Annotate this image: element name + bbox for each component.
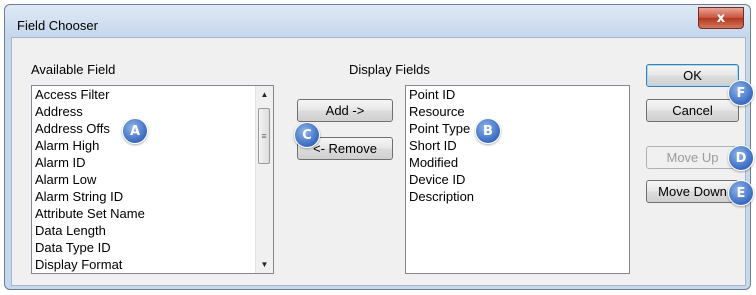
callout-marker-c: C: [294, 122, 320, 148]
scroll-down-icon[interactable]: ▼: [256, 256, 273, 273]
title-bar[interactable]: Field Chooser x: [5, 5, 750, 39]
list-item[interactable]: Attribute Set Name: [32, 205, 273, 222]
callout-marker-f: F: [728, 80, 754, 106]
list-item[interactable]: Address: [32, 103, 273, 120]
scroll-up-icon[interactable]: ▲: [256, 86, 273, 103]
available-field-list[interactable]: Access Filter Address Address Offs Alarm Hi…: [31, 85, 274, 274]
close-icon: x: [716, 10, 726, 26]
list-item[interactable]: Alarm Low: [32, 171, 273, 188]
list-item[interactable]: Modified: [406, 154, 629, 171]
vertical-scrollbar[interactable]: ▲ ≡ ▼: [255, 86, 273, 273]
list-item[interactable]: Display Format: [32, 256, 273, 273]
callout-marker-e: E: [728, 180, 754, 206]
move-up-button[interactable]: Move Up: [646, 146, 739, 169]
dialog-body: Available Field Display Fields Access Fi…: [11, 37, 754, 286]
callout-marker-a: A: [122, 118, 148, 144]
display-fields-list[interactable]: Point ID Resource Point Type Short ID Modifi…: [405, 85, 630, 274]
add-button[interactable]: Add ->: [297, 99, 393, 122]
list-item[interactable]: Short ID: [406, 137, 629, 154]
display-fields-label: Display Fields: [349, 62, 430, 77]
list-item[interactable]: Data Type ID: [32, 239, 273, 256]
move-down-button[interactable]: Move Down: [646, 180, 739, 203]
list-item[interactable]: Alarm String ID: [32, 188, 273, 205]
list-item[interactable]: Description: [406, 188, 629, 205]
callout-marker-b: B: [475, 118, 501, 144]
field-chooser-window: Field Chooser x Available Field Display …: [4, 4, 754, 290]
scroll-thumb[interactable]: ≡: [258, 108, 270, 164]
ok-button[interactable]: OK: [646, 64, 739, 87]
list-item[interactable]: Alarm ID: [32, 154, 273, 171]
list-item[interactable]: Point Type: [406, 120, 629, 137]
available-field-label: Available Field: [31, 62, 116, 77]
cancel-button[interactable]: Cancel: [646, 99, 739, 122]
list-item[interactable]: Access Filter: [32, 86, 273, 103]
list-item[interactable]: Resource: [406, 103, 629, 120]
callout-marker-d: D: [728, 145, 754, 171]
list-item[interactable]: Address Offs: [32, 120, 273, 137]
list-item[interactable]: Data Length: [32, 222, 273, 239]
list-item[interactable]: Alarm High: [32, 137, 273, 154]
close-button[interactable]: x: [698, 7, 744, 29]
window-title: Field Chooser: [17, 18, 98, 33]
list-item[interactable]: Device ID: [406, 171, 629, 188]
list-item[interactable]: Point ID: [406, 86, 629, 103]
